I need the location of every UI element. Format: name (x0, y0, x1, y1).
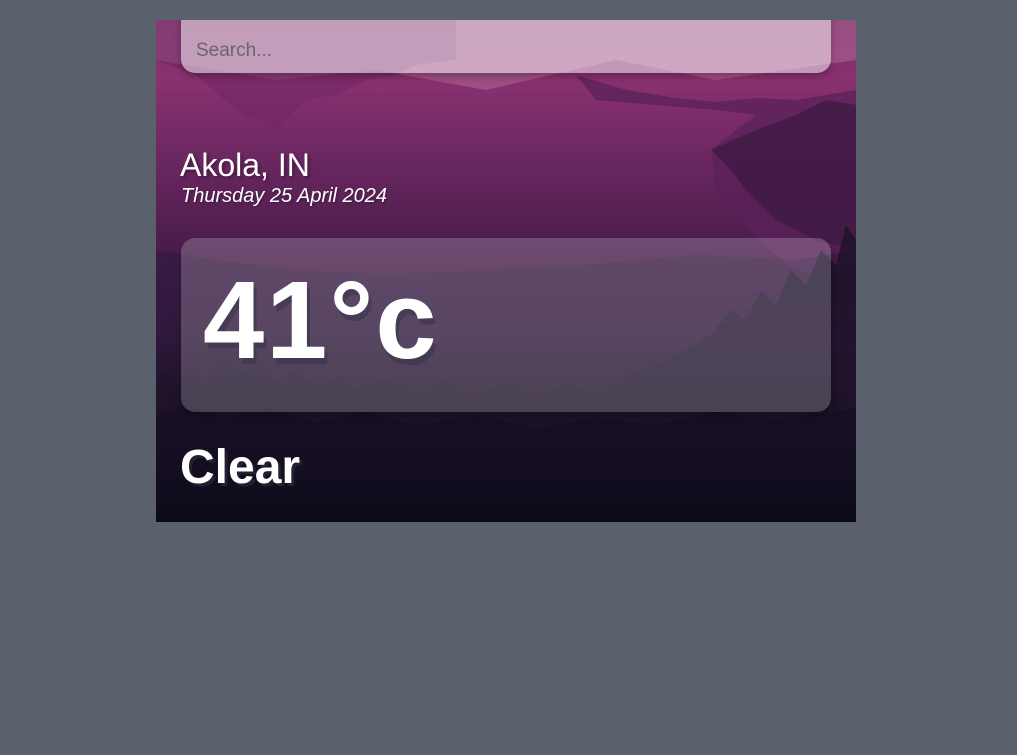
city-name: Akola, IN (180, 147, 310, 183)
temperature-card: 41°c (181, 238, 831, 412)
weather-app: Akola, IN Thursday 25 April 2024 41°c Cl… (156, 20, 856, 522)
temperature-value: 41°c (203, 259, 439, 382)
weather-condition: Clear (180, 441, 301, 494)
search-input[interactable] (181, 20, 831, 73)
current-date: Thursday 25 April 2024 (181, 185, 388, 207)
